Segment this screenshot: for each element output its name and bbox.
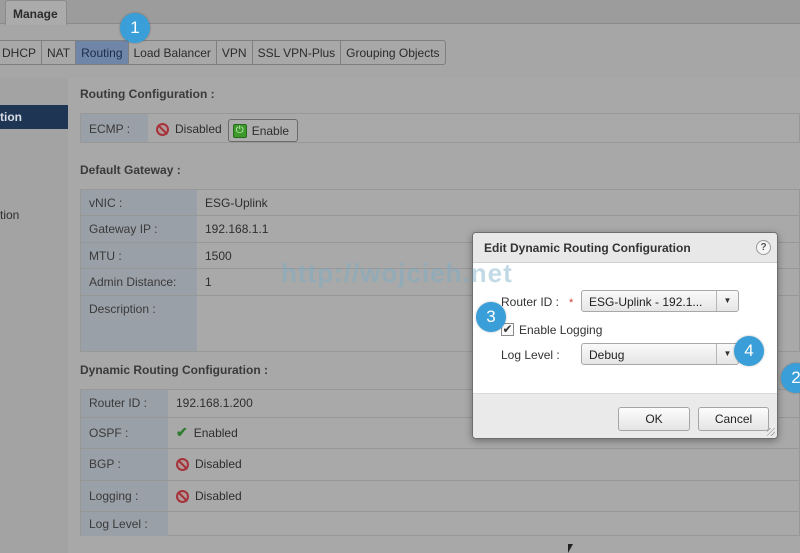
check-icon: ✔ bbox=[176, 424, 188, 440]
subtab-ssl-vpn-plus[interactable]: SSL VPN-Plus bbox=[253, 41, 342, 64]
gateway-ip-value: 192.168.1.1 bbox=[205, 222, 269, 236]
required-marker: * bbox=[569, 297, 574, 309]
mtu-label: MTU : bbox=[81, 243, 197, 268]
tab-manage[interactable]: Manage bbox=[5, 0, 67, 25]
dialog-footer: OK Cancel bbox=[473, 393, 777, 438]
log-level-select-value: Debug bbox=[589, 348, 625, 362]
subtab-grouping-objects[interactable]: Grouping Objects bbox=[341, 41, 444, 64]
nav-item-label: tion bbox=[0, 110, 22, 124]
nav-item-configuration[interactable]: tion bbox=[0, 105, 68, 129]
mtu-value: 1500 bbox=[205, 249, 232, 263]
gateway-ip-label: Gateway IP : bbox=[81, 216, 197, 242]
subtab-vpn[interactable]: VPN bbox=[217, 41, 253, 64]
router-id-value: 192.168.1.200 bbox=[176, 396, 253, 410]
dialog-router-id-label: Router ID : bbox=[501, 295, 560, 309]
dialog-log-level-label: Log Level : bbox=[501, 348, 560, 362]
vnic-label: vNIC : bbox=[81, 190, 197, 215]
dynamic-routing-title: Dynamic Routing Configuration : bbox=[80, 363, 268, 377]
vnic-value: ESG-Uplink bbox=[205, 196, 268, 210]
ospf-status: Enabled bbox=[193, 426, 238, 440]
log-level-label: Log Level : bbox=[81, 512, 168, 536]
enable-logging-label: Enable Logging bbox=[519, 323, 603, 337]
edit-dynamic-routing-dialog: Edit Dynamic Routing Configuration ? Rou… bbox=[472, 232, 778, 439]
resize-grip-icon[interactable] bbox=[767, 428, 775, 436]
step-badge-1: 1 bbox=[120, 13, 150, 43]
enable-ecmp-button[interactable]: ⏻ Enable bbox=[227, 119, 299, 142]
step-badge-4: 4 bbox=[734, 336, 764, 366]
ecmp-panel: ECMP : Disabled ⏻ Enable bbox=[80, 113, 800, 143]
logging-status: Disabled bbox=[195, 489, 242, 503]
left-nav: tion tion bbox=[0, 78, 68, 553]
router-id-select[interactable]: ESG-Uplink - 192.1... ▼ bbox=[581, 290, 739, 312]
logging-label: Logging : bbox=[81, 481, 168, 511]
sub-tab-bar: DHCP NAT Routing Load Balancer VPN SSL V… bbox=[0, 40, 446, 65]
subtab-load-balancer[interactable]: Load Balancer bbox=[129, 41, 217, 64]
description-value bbox=[197, 296, 205, 351]
dialog-body: Router ID : * ESG-Uplink - 192.1... ▼ ✔ … bbox=[473, 263, 777, 395]
power-icon: ⏻ bbox=[232, 123, 247, 138]
dialog-title: Edit Dynamic Routing Configuration ? bbox=[473, 233, 777, 263]
router-id-select-value: ESG-Uplink - 192.1... bbox=[589, 295, 703, 309]
router-id-label: Router ID : bbox=[81, 390, 168, 417]
chevron-down-icon: ▼ bbox=[716, 291, 738, 311]
routing-config-title: Routing Configuration : bbox=[80, 87, 215, 101]
bgp-label: BGP : bbox=[81, 449, 168, 480]
subtab-routing[interactable]: Routing bbox=[76, 41, 129, 64]
description-label: Description : bbox=[81, 296, 197, 351]
ospf-label: OSPF : bbox=[81, 418, 168, 448]
mouse-cursor-icon bbox=[568, 544, 573, 553]
disabled-icon bbox=[156, 123, 169, 136]
dialog-title-text: Edit Dynamic Routing Configuration bbox=[484, 241, 691, 255]
nav-item-label: tion bbox=[0, 208, 20, 222]
disabled-icon bbox=[176, 458, 189, 471]
step-badge-3: 3 bbox=[476, 302, 506, 332]
ok-button[interactable]: OK bbox=[618, 407, 690, 431]
nav-item-redistribution[interactable]: tion bbox=[0, 203, 68, 227]
log-level-value bbox=[168, 512, 176, 536]
ecmp-status: Disabled bbox=[175, 122, 222, 136]
subtab-dhcp[interactable]: DHCP bbox=[0, 41, 43, 64]
top-tab-bar bbox=[0, 0, 800, 24]
subtab-nat[interactable]: NAT bbox=[42, 41, 77, 64]
cancel-button[interactable]: Cancel bbox=[698, 407, 769, 431]
default-gateway-title: Default Gateway : bbox=[80, 163, 181, 177]
help-icon[interactable]: ? bbox=[756, 240, 771, 255]
bgp-status: Disabled bbox=[195, 457, 242, 471]
log-level-select[interactable]: Debug ▼ bbox=[581, 343, 739, 365]
enable-button-label: Enable bbox=[251, 123, 290, 138]
admin-distance-label: Admin Distance: bbox=[81, 269, 197, 295]
admin-distance-value: 1 bbox=[205, 275, 212, 289]
disabled-icon bbox=[176, 490, 189, 503]
ecmp-label: ECMP : bbox=[81, 114, 148, 142]
